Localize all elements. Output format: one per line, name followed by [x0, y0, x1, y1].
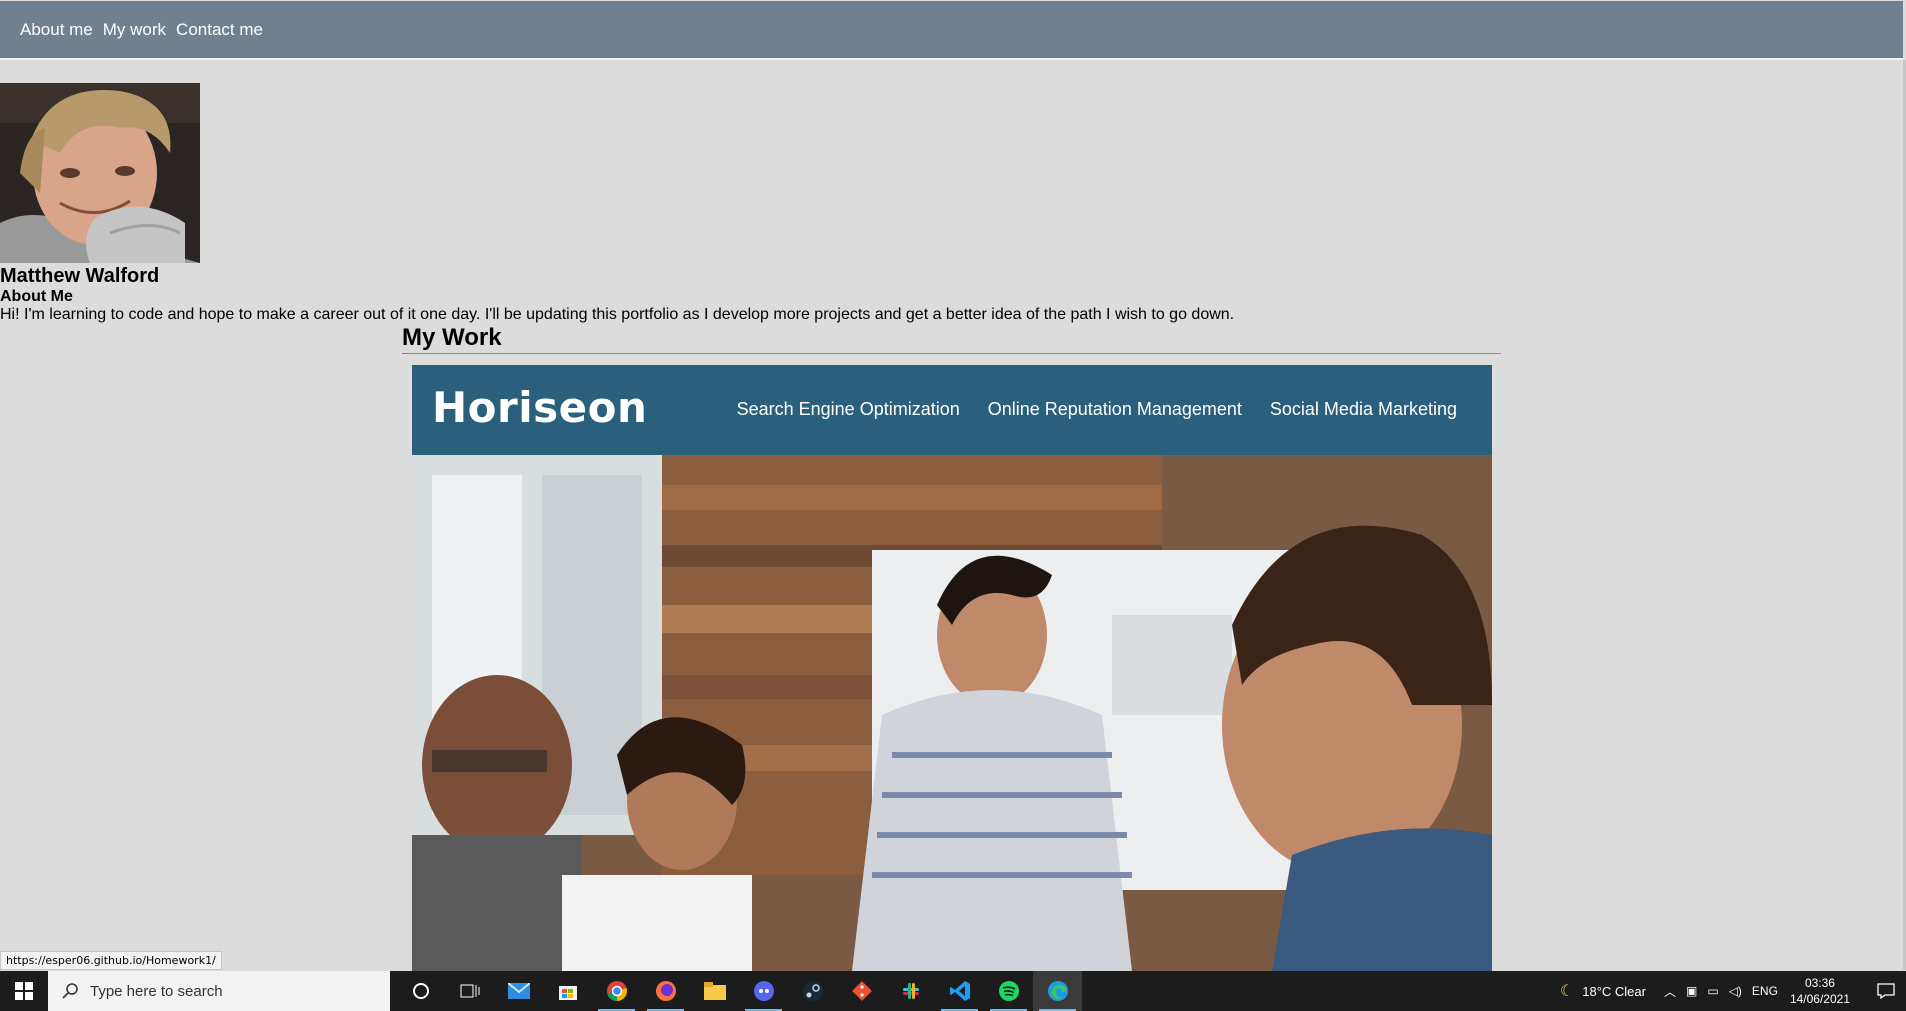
- project-link-orm: Online Reputation Management: [987, 399, 1242, 419]
- nav-link-about[interactable]: About me: [20, 20, 93, 40]
- volume-icon[interactable]: ◁): [1729, 984, 1742, 998]
- project-logo: Horiseon: [432, 383, 648, 432]
- tray-icons: ︿ ▣ ▭ ◁) ENG: [1664, 983, 1778, 1000]
- notification-center-icon[interactable]: [1866, 983, 1906, 999]
- project-link-seo: Search Engine Optimization: [736, 399, 960, 419]
- project-hero-image: [412, 455, 1492, 971]
- mail-icon[interactable]: [494, 971, 543, 1011]
- top-navbar: About me My work Contact me: [0, 1, 1903, 60]
- store-icon[interactable]: [543, 971, 592, 1011]
- chrome-icon[interactable]: [592, 971, 641, 1011]
- moon-icon: ☾: [1559, 983, 1575, 1000]
- clock-date: 14/06/2021: [1789, 992, 1850, 1006]
- profile-name: Matthew Walford: [0, 265, 160, 287]
- start-button[interactable]: [0, 971, 48, 1011]
- my-work-divider: [402, 353, 1501, 354]
- windows-icon: [15, 982, 33, 1000]
- weather-text: 18°C Clear: [1582, 983, 1646, 999]
- project-nav: Search Engine Optimization Online Reputa…: [737, 399, 1457, 420]
- network-icon[interactable]: ▭: [1707, 984, 1718, 998]
- discord-icon[interactable]: [739, 971, 788, 1011]
- clock-time: 03:36: [1804, 976, 1835, 990]
- taskbar-apps: [396, 971, 1082, 1011]
- project-header: Horiseon Search Engine Optimization Onli…: [412, 365, 1492, 455]
- nav-link-contact[interactable]: Contact me: [176, 20, 263, 40]
- about-heading: About Me: [0, 288, 73, 305]
- system-tray: ☾ 18°C Clear ︿ ▣ ▭ ◁) ENG 03:36 14/06/20…: [1560, 971, 1906, 1011]
- search-icon: [62, 983, 78, 999]
- slack-icon[interactable]: [886, 971, 935, 1011]
- git-icon[interactable]: [837, 971, 886, 1011]
- about-text: Hi! I'm learning to code and hope to mak…: [0, 306, 1235, 323]
- task-view-icon[interactable]: [445, 971, 494, 1011]
- cortana-icon[interactable]: [396, 971, 445, 1011]
- chevron-up-icon[interactable]: ︿: [1664, 983, 1676, 1000]
- spotify-icon[interactable]: [984, 971, 1033, 1011]
- nav-link-work[interactable]: My work: [103, 20, 166, 40]
- vscode-icon[interactable]: [935, 971, 984, 1011]
- device-icon[interactable]: ▣: [1686, 984, 1697, 998]
- language-indicator[interactable]: ENG: [1752, 984, 1778, 998]
- windows-taskbar: Type here to search ☾ 18°C Clear ︿ ▣ ▭ ◁…: [0, 971, 1906, 1011]
- my-work-heading: My Work: [402, 324, 502, 351]
- steam-icon[interactable]: [788, 971, 837, 1011]
- project-link-smm: Social Media Marketing: [1269, 399, 1457, 419]
- status-bar-url: https://esper06.github.io/Homework1/: [0, 951, 222, 970]
- firefox-icon[interactable]: [641, 971, 690, 1011]
- search-placeholder: Type here to search: [90, 982, 223, 1000]
- edge-icon[interactable]: [1033, 971, 1082, 1011]
- weather-widget[interactable]: ☾ 18°C Clear: [1560, 981, 1646, 1001]
- file-explorer-icon[interactable]: [690, 971, 739, 1011]
- clock[interactable]: 03:36 14/06/2021: [1790, 975, 1850, 1007]
- profile-photo: [0, 83, 200, 263]
- project-card-horiseon[interactable]: Horiseon Search Engine Optimization Onli…: [412, 365, 1492, 971]
- taskbar-search[interactable]: Type here to search: [48, 971, 390, 1011]
